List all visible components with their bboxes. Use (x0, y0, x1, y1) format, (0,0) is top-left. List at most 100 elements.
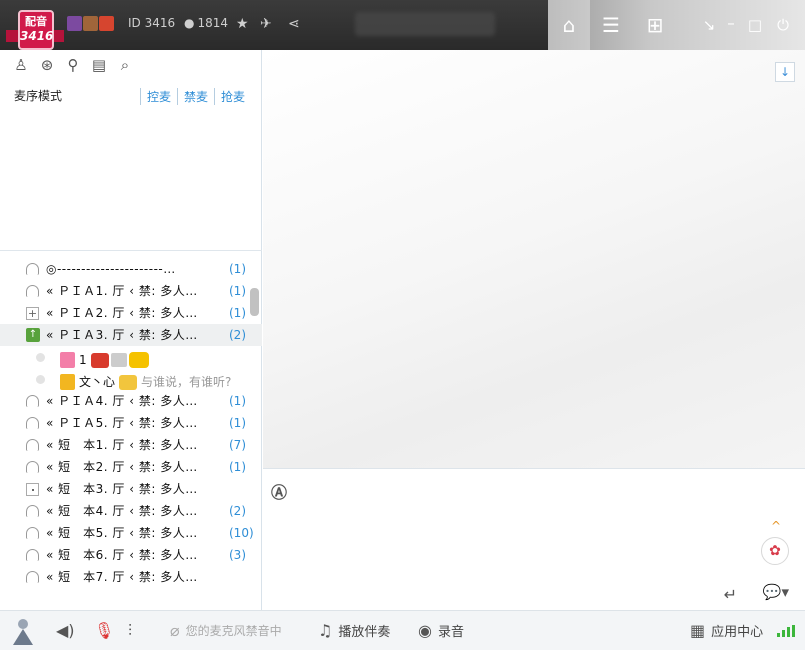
star-icon[interactable]: ★ (236, 16, 249, 32)
channel-logo[interactable]: 配音 3416 (6, 8, 64, 50)
collapsed-icon[interactable] (26, 483, 39, 496)
title-bar: 配音 3416 ID 3416 ● 1814 ★ ✈ ⋖ ⌂ ☰ ⊞ ↘ – □… (0, 0, 805, 50)
home-icon: ⌂ (562, 13, 576, 37)
font-style-icon[interactable]: Ⓐ (271, 479, 291, 502)
crown-icon (90, 352, 109, 368)
notice-icon[interactable]: ▤ (90, 56, 108, 74)
headphone-icon (26, 549, 39, 561)
channel-name: « 短 本5. 厅 ‹ 禁: 多人… (46, 526, 198, 540)
crown-icon (119, 374, 138, 390)
grab-mic-link[interactable]: 抢麦 (213, 88, 251, 105)
badge-purple-icon[interactable] (67, 16, 82, 31)
home-button[interactable]: ⌂ (548, 0, 590, 50)
headphone-icon (26, 439, 39, 451)
user-icon[interactable]: ♙ (12, 56, 30, 74)
mic-muted-text: 您的麦克风禁音中 (185, 624, 282, 638)
arrow-down-icon: ↓ (779, 65, 791, 79)
mic-muted-status: ⌀ 您的麦克风禁音中 (170, 621, 282, 640)
channel-row[interactable]: ◎----------------------… (1) (0, 258, 262, 280)
control-mic-link[interactable]: 控麦 (139, 88, 177, 105)
minimize-button[interactable]: – (720, 12, 742, 34)
channel-row[interactable]: « 短 本4. 厅 ‹ 禁: 多人… (2) (0, 500, 262, 522)
channel-name: « 短 本7. 厅 ‹ 禁: 多人… (46, 570, 198, 584)
search-icon[interactable]: ⌕ (116, 56, 134, 74)
channel-row[interactable]: « 短 本5. 厅 ‹ 禁: 多人… (10) (0, 522, 262, 544)
channel-id: ID 3416 (128, 16, 176, 30)
channel-count: (1) (229, 284, 246, 298)
chat-history: ↓ (263, 50, 805, 468)
list-button[interactable]: ☰ (590, 0, 632, 50)
gift-icon (60, 352, 75, 368)
channel-name: ◎----------------------… (46, 262, 176, 276)
game-button[interactable]: ⊞ (634, 0, 676, 50)
channel-list: ◎----------------------… (1) « ＰＩＡ1. 厅 ‹… (0, 258, 262, 588)
mic-muted-icon[interactable]: 🎙 (94, 621, 114, 640)
grid-icon: ▦ (690, 621, 706, 640)
channel-count: (1) (229, 262, 246, 276)
channel-count: (1) (229, 460, 246, 474)
channel-name: « 短 本2. 厅 ‹ 禁: 多人… (46, 460, 198, 474)
user-row[interactable]: 1 (0, 346, 262, 368)
flower-gift-button[interactable]: ✿ (761, 537, 789, 565)
channel-badges (67, 16, 114, 31)
chat-bubble-icon[interactable]: 💬▾ (763, 583, 789, 601)
channel-count: (7) (229, 438, 246, 452)
channel-count: (2) (229, 328, 246, 342)
power-button[interactable]: ⏻ (772, 14, 794, 36)
expand-icon[interactable]: + (26, 307, 39, 320)
scroll-to-bottom-button[interactable]: ↓ (775, 62, 795, 82)
badge-brown-icon[interactable] (83, 16, 98, 31)
channel-name: « 短 本4. 厅 ‹ 禁: 多人… (46, 504, 198, 518)
maximize-button[interactable]: □ (744, 14, 766, 36)
channel-row[interactable]: « 短 本6. 厅 ‹ 禁: 多人… (3) (0, 544, 262, 566)
channel-count: (1) (229, 416, 246, 430)
channel-row[interactable]: « 短 本1. 厅 ‹ 禁: 多人… (7) (0, 434, 262, 456)
share-icon[interactable]: ⋖ (288, 16, 300, 32)
channel-name: « 短 本3. 厅 ‹ 禁: 多人… (46, 482, 198, 496)
user-row[interactable]: 文丶心 与谁说，有谁听? (0, 368, 262, 390)
signal-strength-icon (777, 625, 795, 637)
channel-row[interactable]: « ＰＩＡ5. 厅 ‹ 禁: 多人… (1) (0, 412, 262, 434)
channel-row[interactable]: « 短 本2. 厅 ‹ 禁: 多人… (1) (0, 456, 262, 478)
app-center-button[interactable]: ▦ 应用中心 (690, 621, 763, 640)
headphone-icon (26, 571, 39, 583)
ban-mic-link[interactable]: 禁麦 (176, 88, 214, 105)
mic-mode-label: 麦序模式 (14, 89, 63, 103)
channel-row[interactable]: « 短 本7. 厅 ‹ 禁: 多人… (0, 566, 262, 588)
location-icon[interactable]: ⚲ (64, 56, 82, 74)
headphone-icon (26, 285, 39, 297)
chevron-up-icon[interactable]: ^ (771, 519, 781, 533)
plane-icon[interactable]: ✈ (260, 16, 272, 32)
avatar[interactable] (8, 615, 38, 647)
mixer-icon[interactable]: ⫶ (128, 621, 132, 641)
channel-name: « ＰＩＡ4. 厅 ‹ 禁: 多人… (46, 394, 198, 408)
message-input-area[interactable]: Ⓐ ^ ✿ ↵ 💬▾ (263, 468, 805, 610)
channel-count: (10) (229, 526, 254, 540)
flower-icon: ✿ (769, 543, 781, 559)
channel-row[interactable]: « 短 本3. 厅 ‹ 禁: 多人… (0, 478, 262, 500)
channel-name: « 短 本6. 厅 ‹ 禁: 多人… (46, 548, 198, 562)
speaker-icon[interactable]: ◀) (56, 621, 75, 640)
mic-disabled-icon: ⌀ (170, 621, 180, 640)
channel-row[interactable]: + « ＰＩＡ2. 厅 ‹ 禁: 多人… (1) (0, 302, 262, 324)
mic-control-links: 控麦 禁麦 抢麦 (139, 88, 251, 105)
left-panel: ♙ ⊛ ⚲ ▤ ⌕ 麦序模式 控麦 禁麦 抢麦 ◎---------------… (0, 50, 262, 610)
headphone-icon (26, 395, 39, 407)
app-center-label: 应用中心 (711, 625, 764, 640)
music-note-icon[interactable]: ⊛ (38, 56, 56, 74)
channel-list-scrollbar[interactable] (250, 288, 259, 316)
play-accompaniment-button[interactable]: ♫ 播放伴奏 (318, 621, 390, 640)
channel-row[interactable]: « ＰＩＡ4. 厅 ‹ 禁: 多人… (1) (0, 390, 262, 412)
channel-name: « ＰＩＡ2. 厅 ‹ 禁: 多人… (46, 306, 198, 320)
channel-name: « 短 本1. 厅 ‹ 禁: 多人… (46, 438, 198, 452)
minimize-to-tray-button[interactable]: ↘ (698, 14, 720, 36)
send-icon[interactable]: ↵ (724, 585, 737, 604)
member-count-value: 1814 (197, 16, 229, 30)
channel-row-selected[interactable]: ↑ « ＰＩＡ3. 厅 ‹ 禁: 多人… (2) (0, 324, 262, 346)
channel-name: « ＰＩＡ1. 厅 ‹ 禁: 多人… (46, 284, 198, 298)
logo-text: 配音 (25, 15, 47, 28)
badge-red-icon[interactable] (99, 16, 114, 31)
house-icon (110, 353, 127, 367)
channel-row[interactable]: « ＰＩＡ1. 厅 ‹ 禁: 多人… (1) (0, 280, 262, 302)
record-button[interactable]: ◉ 录音 (418, 621, 464, 640)
